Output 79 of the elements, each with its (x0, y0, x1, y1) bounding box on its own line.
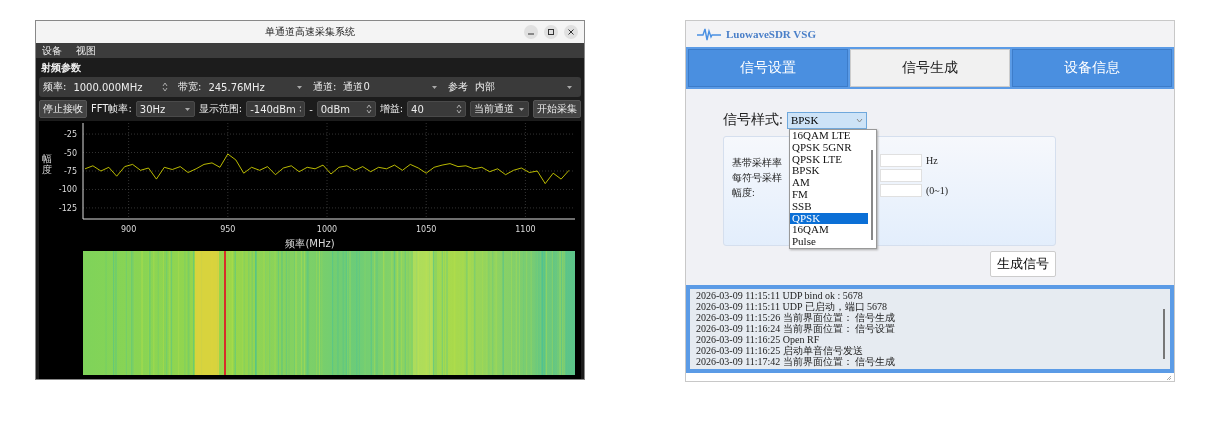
minimize-button[interactable] (524, 25, 538, 39)
log-line: 2026-03-09 11:17:42 当前界面位置： 信号生成 (696, 356, 897, 367)
section-title: 射频参数 (40, 61, 82, 75)
dropdown-arrow-icon (518, 106, 525, 112)
dropdown-arrow-icon (296, 84, 303, 90)
maximize-button[interactable] (544, 25, 558, 39)
spin-box[interactable]: -140dBm (246, 101, 306, 117)
combo-box[interactable]: 当前通道 (470, 101, 529, 117)
spinner-arrows-icon (365, 104, 372, 114)
log-line: 2026-03-09 11:15:11 UDP bind ok : 5678 (696, 290, 864, 301)
log-line: 2026-03-09 11:16:25 Open RF (696, 334, 821, 345)
axis-tick-label: 900 (121, 225, 137, 234)
dropdown-option[interactable]: QPSK 5GNR (790, 141, 868, 154)
dropdown-option[interactable]: QPSK (790, 212, 868, 225)
generate-button[interactable]: 生成信号 (990, 251, 1056, 277)
spin-box[interactable]: 0dBm (316, 101, 376, 117)
field-label: 带宽: (178, 80, 202, 94)
unit-label: (0~1) (926, 185, 949, 196)
close-icon (567, 28, 575, 36)
dropdown[interactable]: BPSK (786, 111, 867, 129)
axis-tick-label: -75 (63, 167, 77, 176)
log-line: 2026-03-09 11:15:26 当前界面位置： 信号生成 (696, 312, 897, 323)
window-title: 单通道高速采集系统 (265, 25, 355, 39)
menu-item[interactable]: 视图 (76, 43, 96, 58)
dropdown-arrow-icon (566, 84, 573, 90)
field-label: 显示范围: (198, 102, 243, 116)
dropdown-option[interactable]: SSB (790, 200, 868, 213)
log-line: 2026-03-09 11:15:11 UDP 已启动，端口 5678 (696, 301, 889, 312)
dropdown-option[interactable]: BPSK (790, 165, 868, 178)
combo-box[interactable]: 30Hz (135, 101, 195, 117)
log-line: 2026-03-09 11:16:24 当前界面位置： 信号设置 (696, 323, 897, 334)
waveform-logo-icon (696, 27, 722, 41)
scrollbar[interactable] (1163, 309, 1165, 359)
axis-tick-label: 1000 (316, 225, 338, 234)
app-name: LuowaveSDR VSG (726, 28, 816, 40)
field-label: FFT帧率: (91, 102, 132, 116)
dropdown-option[interactable]: FM (790, 189, 868, 201)
field-label: 基带采样率 (732, 156, 782, 168)
spinner-arrows-icon (298, 104, 302, 114)
field-label: 增益: (379, 102, 404, 116)
input-field[interactable] (880, 169, 922, 182)
axis-tick-label: -125 (58, 203, 77, 213)
tab[interactable]: 信号生成 (850, 49, 1010, 87)
field-label: 通道: (313, 80, 337, 94)
field-label: 频率: (43, 80, 67, 94)
dropdown-option[interactable]: AM (790, 177, 868, 189)
menu-item[interactable]: 设备 (42, 43, 62, 58)
unit-label: Hz (926, 155, 938, 166)
input-field[interactable] (880, 184, 922, 197)
push-button[interactable]: 开始采集 (533, 100, 581, 118)
field-label: 信号样式: (723, 111, 783, 129)
input-field[interactable] (880, 154, 922, 167)
push-button[interactable]: 停止接收 (39, 100, 87, 118)
field-label: 幅度: (732, 186, 755, 198)
dropdown-option[interactable]: Pulse (790, 236, 868, 248)
maximize-icon (547, 28, 555, 36)
dropdown-option[interactable]: 16QAM (790, 224, 868, 237)
close-button[interactable] (564, 25, 578, 39)
dropdown-option[interactable]: 16QAM LTE (790, 130, 868, 142)
field-label: 每符号采样 (732, 171, 782, 183)
field-label: - (309, 103, 313, 115)
log-line: 2026-03-09 11:16:25 启动单音信号发送 (696, 345, 864, 356)
field-label: 参考 (448, 80, 468, 94)
spinner-arrows-icon (162, 82, 168, 92)
dropdown-option[interactable]: QPSK LTE (790, 153, 868, 166)
axis-title: 频率(MHz) (285, 237, 335, 251)
axis-tick-label: 1050 (416, 225, 437, 234)
axis-title: 幅度 (42, 153, 52, 175)
axis-tick-label: -100 (58, 185, 77, 195)
dropdown-arrow-icon (183, 106, 191, 112)
axis-tick-label: 950 (220, 225, 236, 234)
spin-box[interactable]: 40 (407, 101, 467, 117)
axis-tick-label: -50 (63, 148, 77, 158)
axis-tick-label: -25 (63, 130, 77, 140)
axis-tick-label: 1100 (515, 225, 536, 234)
spinner-arrows-icon (456, 104, 463, 114)
scrollbar[interactable] (871, 150, 873, 240)
dropdown-arrow-icon (431, 84, 438, 90)
resize-grip-icon (1166, 375, 1172, 381)
